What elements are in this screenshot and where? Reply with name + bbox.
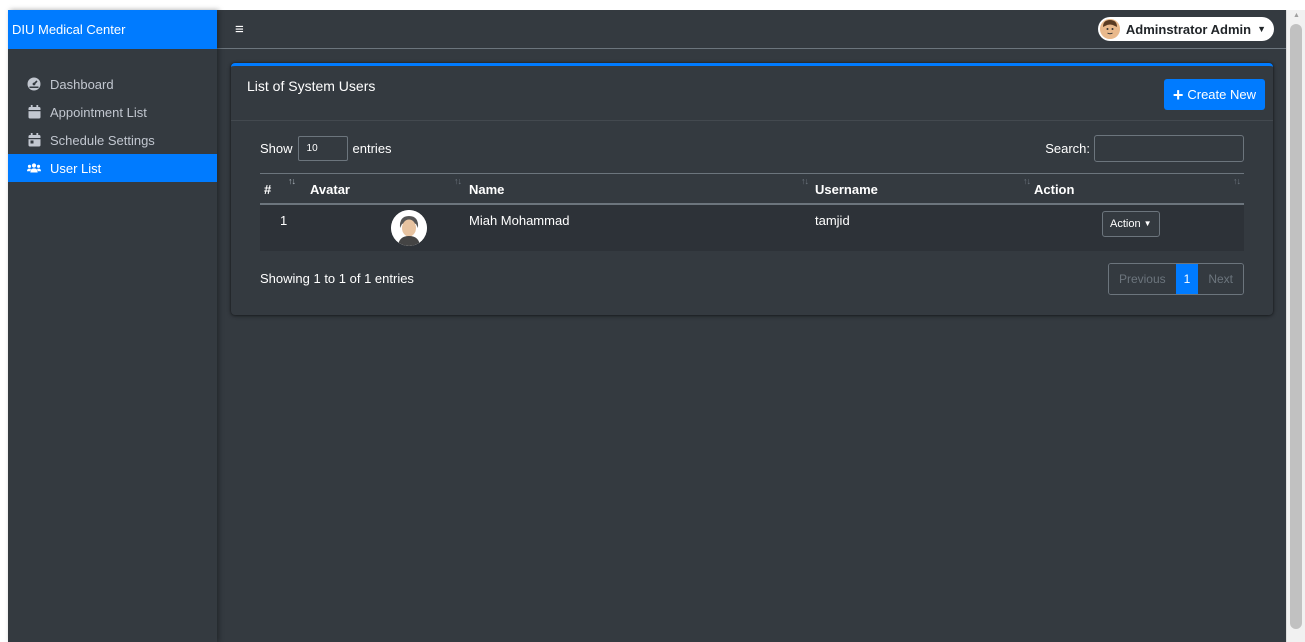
entries-label: entries [352, 141, 392, 156]
scroll-up-arrow-icon[interactable]: ▲ [1293, 12, 1300, 19]
column-header-label: # [264, 181, 272, 197]
chevron-down-icon: ▼ [1143, 219, 1152, 228]
sort-icon: ↑↓ [1023, 176, 1031, 186]
chevron-down-icon: ▼ [1257, 24, 1266, 34]
cell-avatar [310, 203, 465, 251]
cell-name: Miah Mohammad [465, 203, 812, 251]
users-table: # ↑↓ Avatar ↑↓ Name ↑↓ Username ↑↓ Actio… [260, 173, 1244, 251]
brand-link[interactable]: DIU Medical Center [8, 10, 217, 49]
table-header-row: # ↑↓ Avatar ↑↓ Name ↑↓ Username ↑↓ Actio… [260, 173, 1244, 205]
sidebar: DIU Medical Center Dashboard Appointment… [8, 10, 217, 642]
dashboard-icon [27, 77, 41, 91]
create-new-button[interactable]: + Create New [1163, 79, 1265, 110]
sidebar-item-schedule-settings[interactable]: Schedule Settings [8, 126, 217, 154]
sort-icon: ↑↓ [801, 176, 809, 186]
cell-number: 1 [260, 203, 310, 251]
brand-text: DIU Medical Center [12, 22, 126, 37]
calendar-day-icon [27, 133, 41, 147]
content-wrapper: List of System Users + Create New Show 1… [217, 49, 1286, 315]
app-window: DIU Medical Center Dashboard Appointment… [8, 10, 1286, 642]
sidebar-item-label: Schedule Settings [50, 132, 155, 148]
user-avatar [1099, 19, 1120, 39]
card-body: Show 10 entries Search: # ↑↓ Avatar ↑↓ N… [231, 121, 1273, 315]
table-info: Showing 1 to 1 of 1 entries [260, 271, 414, 286]
users-card: List of System Users + Create New Show 1… [231, 63, 1273, 315]
entries-length-value: 10 [306, 143, 318, 154]
pagination: Previous 1 Next [1107, 262, 1244, 295]
search-label: Search: [1045, 141, 1090, 156]
main-area: ≡ Adminstrator Admin ▼ List of System Us… [217, 10, 1286, 642]
user-dropdown[interactable]: Adminstrator Admin ▼ [1097, 17, 1274, 41]
sidebar-item-label: Appointment List [50, 104, 147, 120]
entries-length-select[interactable]: 10 [297, 136, 348, 161]
column-header-label: Action [1034, 181, 1075, 197]
card-header: List of System Users + Create New [231, 66, 1273, 121]
page-1-button[interactable]: 1 [1175, 263, 1199, 294]
sidebar-item-dashboard[interactable]: Dashboard [8, 70, 217, 98]
top-navbar: ≡ Adminstrator Admin ▼ [217, 10, 1286, 49]
cell-username: tamjid [812, 203, 1034, 251]
user-name: Adminstrator Admin [1125, 21, 1252, 37]
create-new-label: Create New [1187, 87, 1256, 102]
previous-page-button[interactable]: Previous [1108, 263, 1176, 294]
sort-icon: ↑↓ [454, 176, 462, 186]
search-input[interactable] [1094, 135, 1244, 162]
column-header-username[interactable]: Username ↑↓ [812, 173, 1034, 205]
sidebar-item-label: Dashboard [50, 76, 114, 92]
calendar-icon [27, 105, 41, 119]
column-header-avatar[interactable]: Avatar ↑↓ [310, 173, 465, 205]
action-dropdown-button[interactable]: Action ▼ [1102, 210, 1160, 237]
sidebar-nav: Dashboard Appointment List Schedule Sett… [8, 70, 217, 182]
show-label: Show [260, 141, 293, 156]
action-label: Action [1110, 217, 1141, 230]
datatable-controls: Show 10 entries Search: [260, 135, 1244, 162]
column-header-label: Name [469, 181, 505, 197]
hamburger-icon[interactable]: ≡ [235, 21, 244, 38]
search-control: Search: [1045, 135, 1244, 162]
column-header-name[interactable]: Name ↑↓ [465, 173, 812, 205]
sidebar-item-label: User List [50, 160, 102, 176]
column-header-label: Avatar [310, 181, 350, 197]
next-page-button[interactable]: Next [1198, 263, 1243, 294]
card-title: List of System Users [247, 78, 376, 94]
sidebar-item-appointment-list[interactable]: Appointment List [8, 98, 217, 126]
plus-icon: + [1172, 84, 1184, 105]
user-avatar [391, 209, 427, 246]
column-header-label: Username [815, 181, 878, 197]
column-header-action[interactable]: Action ↑↓ [1034, 173, 1244, 205]
datatable-footer: Showing 1 to 1 of 1 entries Previous 1 N… [260, 262, 1244, 295]
sort-icon: ↑↓ [1233, 176, 1241, 186]
length-control: Show 10 entries [260, 136, 392, 161]
sidebar-item-user-list[interactable]: User List [8, 154, 217, 182]
sort-icon: ↑↓ [288, 176, 296, 186]
cell-action: Action ▼ [1034, 203, 1244, 251]
scrollbar-thumb[interactable] [1290, 24, 1302, 629]
page-scrollbar[interactable]: ▲ [1286, 10, 1305, 642]
table-row: 1 Miah Mohammad tamjid Action ▼ [260, 203, 1244, 251]
column-header-number[interactable]: # ↑↓ [260, 173, 310, 205]
users-icon [27, 161, 41, 175]
